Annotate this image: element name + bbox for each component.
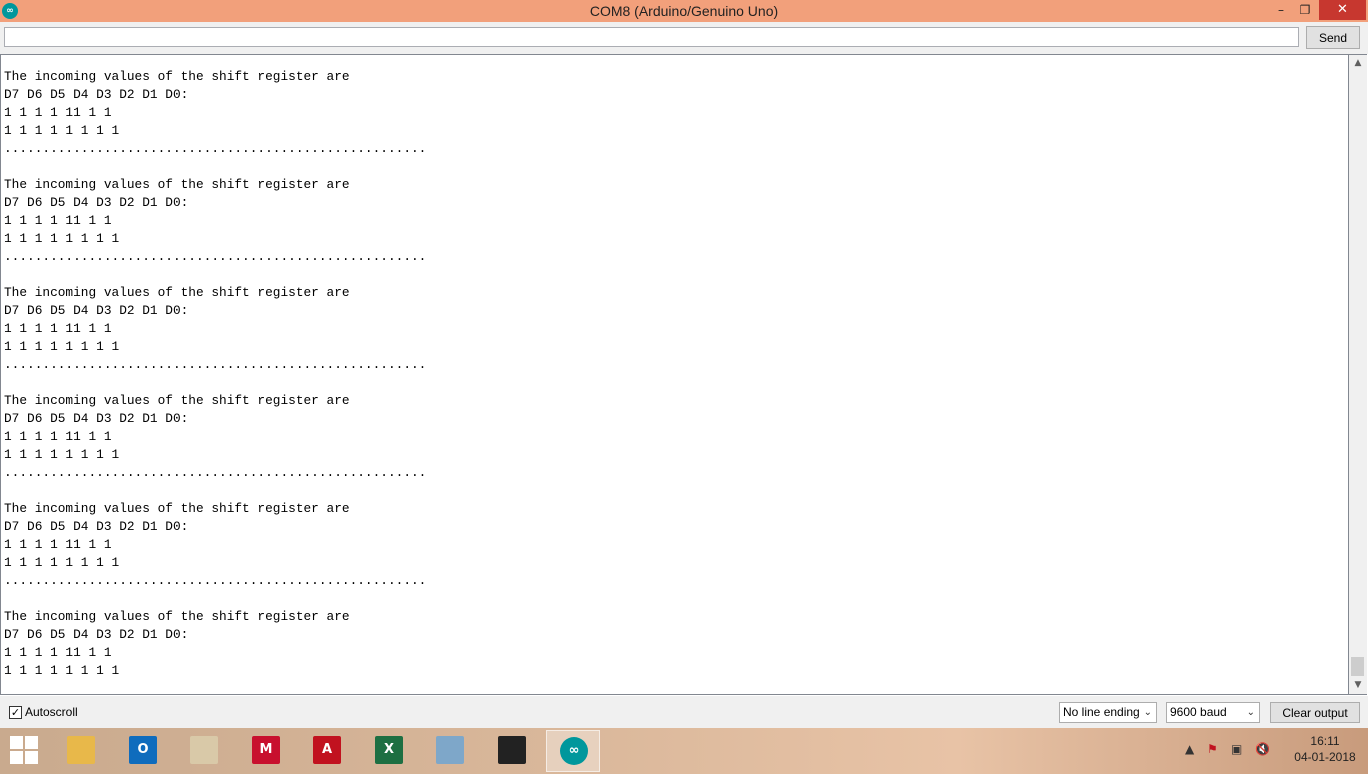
serial-output[interactable]: The incoming values of the shift registe… [0,54,1349,695]
output-line: 1 1 1 1 11 1 1 [4,429,112,444]
restore-button[interactable]: ❐ [1294,0,1316,20]
serial-input[interactable] [4,27,1299,47]
taskbar-app-paint[interactable] [177,730,231,772]
taskbar-app-calculator[interactable] [423,730,477,772]
output-line: 1 1 1 1 1 1 1 1 [4,447,120,462]
chevron-down-icon: ⌄ [1246,707,1255,718]
baud-rate-select[interactable]: 9600 baud ⌄ [1166,702,1260,723]
arduino-icon: ∞ [560,737,588,765]
autoscroll-checkbox[interactable]: ✓ [9,706,22,719]
output-line: The incoming values of the shift registe… [4,285,350,300]
pdf-icon: A [313,736,341,764]
action-center-flag-icon[interactable]: ⚑ [1207,742,1218,756]
clock-time: 16:11 [1310,734,1340,748]
output-line: 1 1 1 1 1 1 1 1 [4,231,120,246]
chevron-down-icon: ⌄ [1143,707,1152,718]
taskbar: O M A X ∞ ▲ ⚑ ▣ 🔇 16:11 04-01-2018 [0,728,1368,774]
windows-logo-icon [10,736,23,749]
output-line: ........................................… [4,141,427,156]
output-line: ........................................… [4,357,427,372]
output-line: 1 1 1 1 1 1 1 1 [4,123,120,138]
output-line: ........................................… [4,465,427,480]
output-line: ........................................… [4,573,427,588]
start-button[interactable] [10,736,40,766]
scroll-thumb[interactable] [1351,657,1364,676]
send-button[interactable]: Send [1306,26,1360,49]
taskbar-app-proteus[interactable] [485,730,539,772]
scroll-up-icon[interactable]: ▲ [1349,55,1367,72]
output-line: The incoming values of the shift registe… [4,609,350,624]
output-line: The incoming values of the shift registe… [4,69,350,84]
clock[interactable]: 16:11 04-01-2018 [1290,733,1360,765]
output-line: D7 D6 D5 D4 D3 D2 D1 D0: [4,519,189,534]
output-line: D7 D6 D5 D4 D3 D2 D1 D0: [4,411,189,426]
vertical-scrollbar[interactable]: ▲ ▼ [1349,54,1367,695]
tray-chevron-icon[interactable]: ▲ [1185,742,1194,756]
output-lines: The incoming values of the shift registe… [4,68,426,680]
output-line: 1 1 1 1 11 1 1 [4,213,112,228]
output-line: ........................................… [4,249,427,264]
scroll-down-icon[interactable]: ▼ [1349,677,1367,694]
taskbar-app-excel[interactable]: X [362,730,416,772]
close-button[interactable]: ✕ [1319,0,1366,20]
autoscroll-label[interactable]: Autoscroll [25,705,78,719]
output-line: The incoming values of the shift registe… [4,501,350,516]
title-bar: ∞ COM8 (Arduino/Genuino Uno) – ❐ ✕ [0,0,1368,23]
folder-icon [67,736,95,764]
windows-logo-icon [25,736,38,749]
windows-logo-icon [25,751,38,764]
output-line: 1 1 1 1 1 1 1 1 [4,663,120,678]
clock-date: 04-01-2018 [1294,750,1356,764]
window-title: COM8 (Arduino/Genuino Uno) [589,3,779,19]
output-line: D7 D6 D5 D4 D3 D2 D1 D0: [4,303,189,318]
line-ending-value: No line ending [1063,705,1140,719]
mplab-icon: M [252,736,280,764]
output-line: D7 D6 D5 D4 D3 D2 D1 D0: [4,195,189,210]
chip-icon [498,736,526,764]
taskbar-app-mplab-ide[interactable]: M [239,730,293,772]
output-line: D7 D6 D5 D4 D3 D2 D1 D0: [4,627,189,642]
output-line: 1 1 1 1 1 1 1 1 [4,555,120,570]
bottom-bar: ✓ Autoscroll No line ending ⌄ 9600 baud … [0,696,1368,728]
output-line: 1 1 1 1 11 1 1 [4,645,112,660]
network-icon[interactable]: ▣ [1231,742,1242,756]
taskbar-app-acrobat[interactable]: A [300,730,354,772]
output-line: The incoming values of the shift registe… [4,177,350,192]
clear-output-button[interactable]: Clear output [1270,702,1360,723]
minimize-button[interactable]: – [1270,0,1292,20]
palette-icon [190,736,218,764]
calculator-icon [436,736,464,764]
output-line: 1 1 1 1 1 1 1 1 [4,339,120,354]
output-line: The incoming values of the shift registe… [4,393,350,408]
send-row: Send [0,22,1368,54]
taskbar-app-arduino[interactable]: ∞ [546,730,600,772]
output-line: 1 1 1 1 11 1 1 [4,321,112,336]
line-ending-select[interactable]: No line ending ⌄ [1059,702,1157,723]
excel-icon: X [375,736,403,764]
taskbar-app-outlook[interactable]: O [116,730,170,772]
output-line: 1 1 1 1 11 1 1 [4,537,112,552]
output-line: 1 1 1 1 11 1 1 [4,105,112,120]
outlook-icon: O [129,736,157,764]
taskbar-app-file-explorer[interactable] [54,730,108,772]
output-line: D7 D6 D5 D4 D3 D2 D1 D0: [4,87,189,102]
baud-rate-value: 9600 baud [1170,705,1227,719]
windows-logo-icon [10,751,23,764]
volume-muted-icon[interactable]: 🔇 [1255,742,1270,756]
